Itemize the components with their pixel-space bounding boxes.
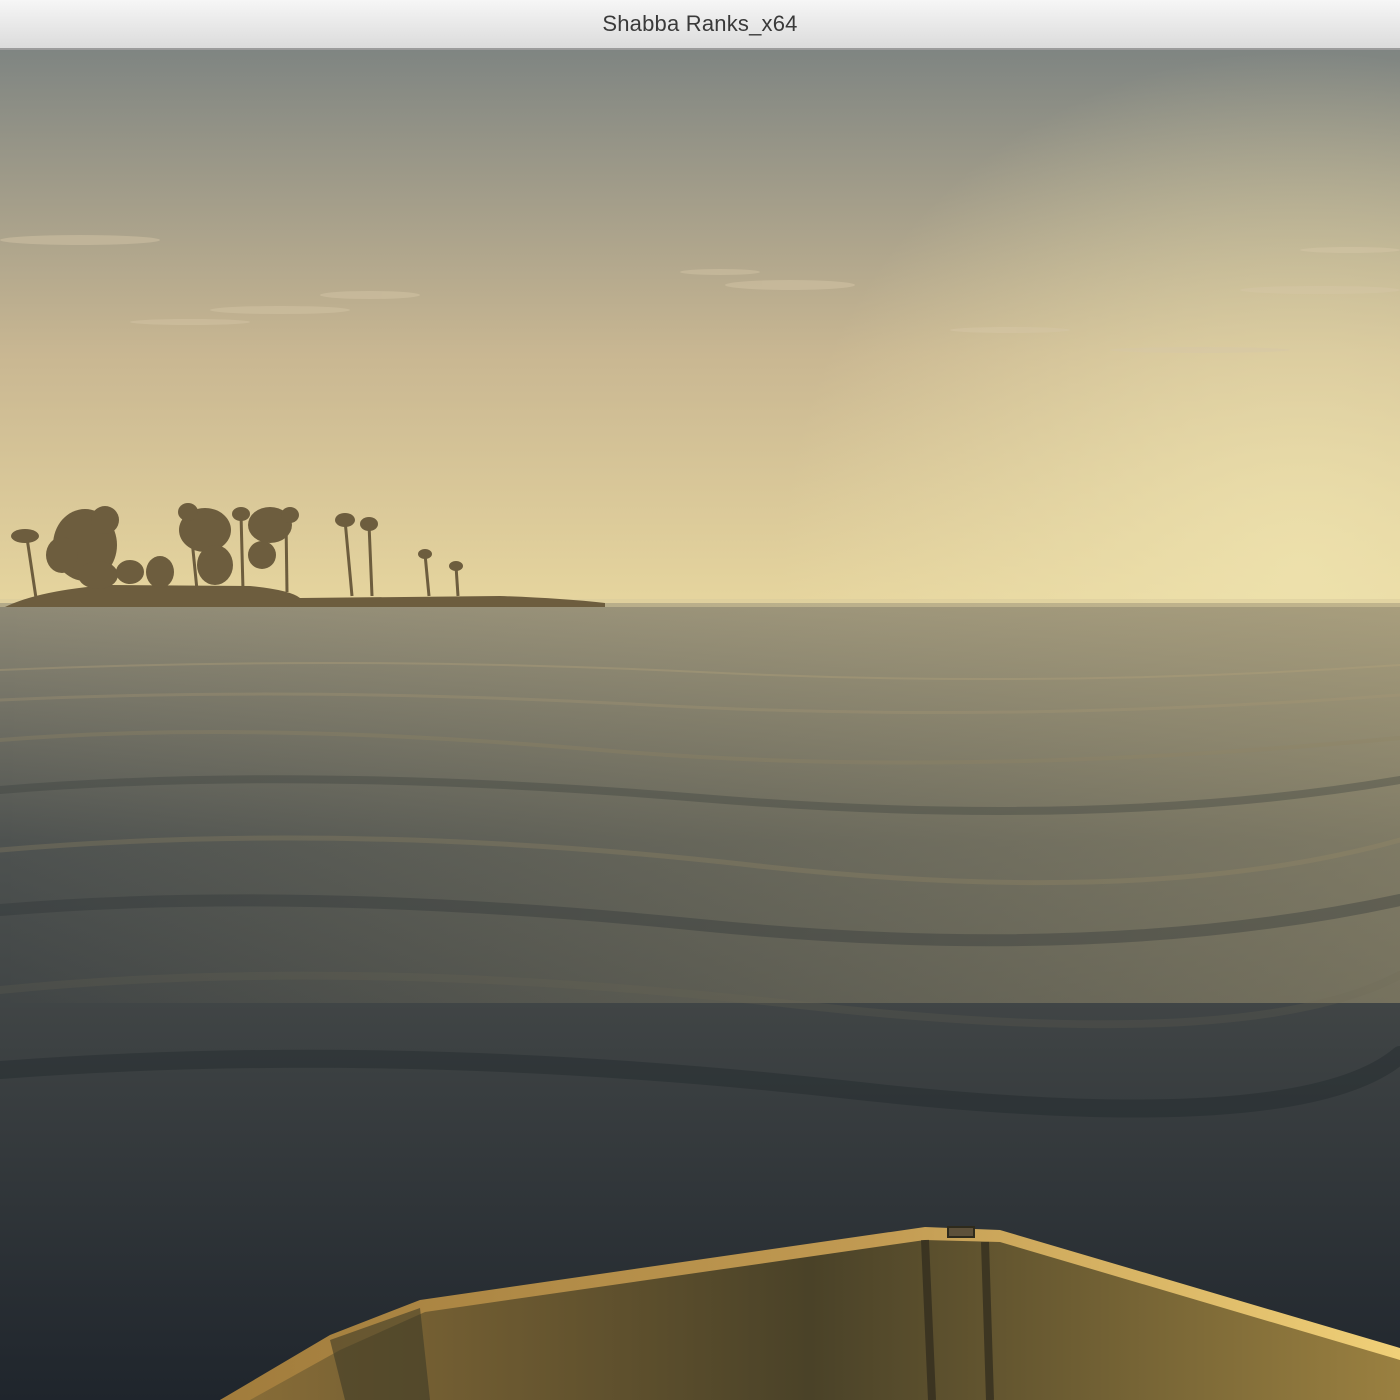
game-window: Shabba Ranks_x64 [0, 0, 1400, 1400]
window-title: Shabba Ranks_x64 [602, 11, 798, 36]
bow-cleat [947, 1226, 975, 1238]
game-viewport[interactable] [0, 50, 1400, 1400]
game-scene [0, 50, 1400, 1400]
window-titlebar[interactable]: Shabba Ranks_x64 [0, 0, 1400, 50]
